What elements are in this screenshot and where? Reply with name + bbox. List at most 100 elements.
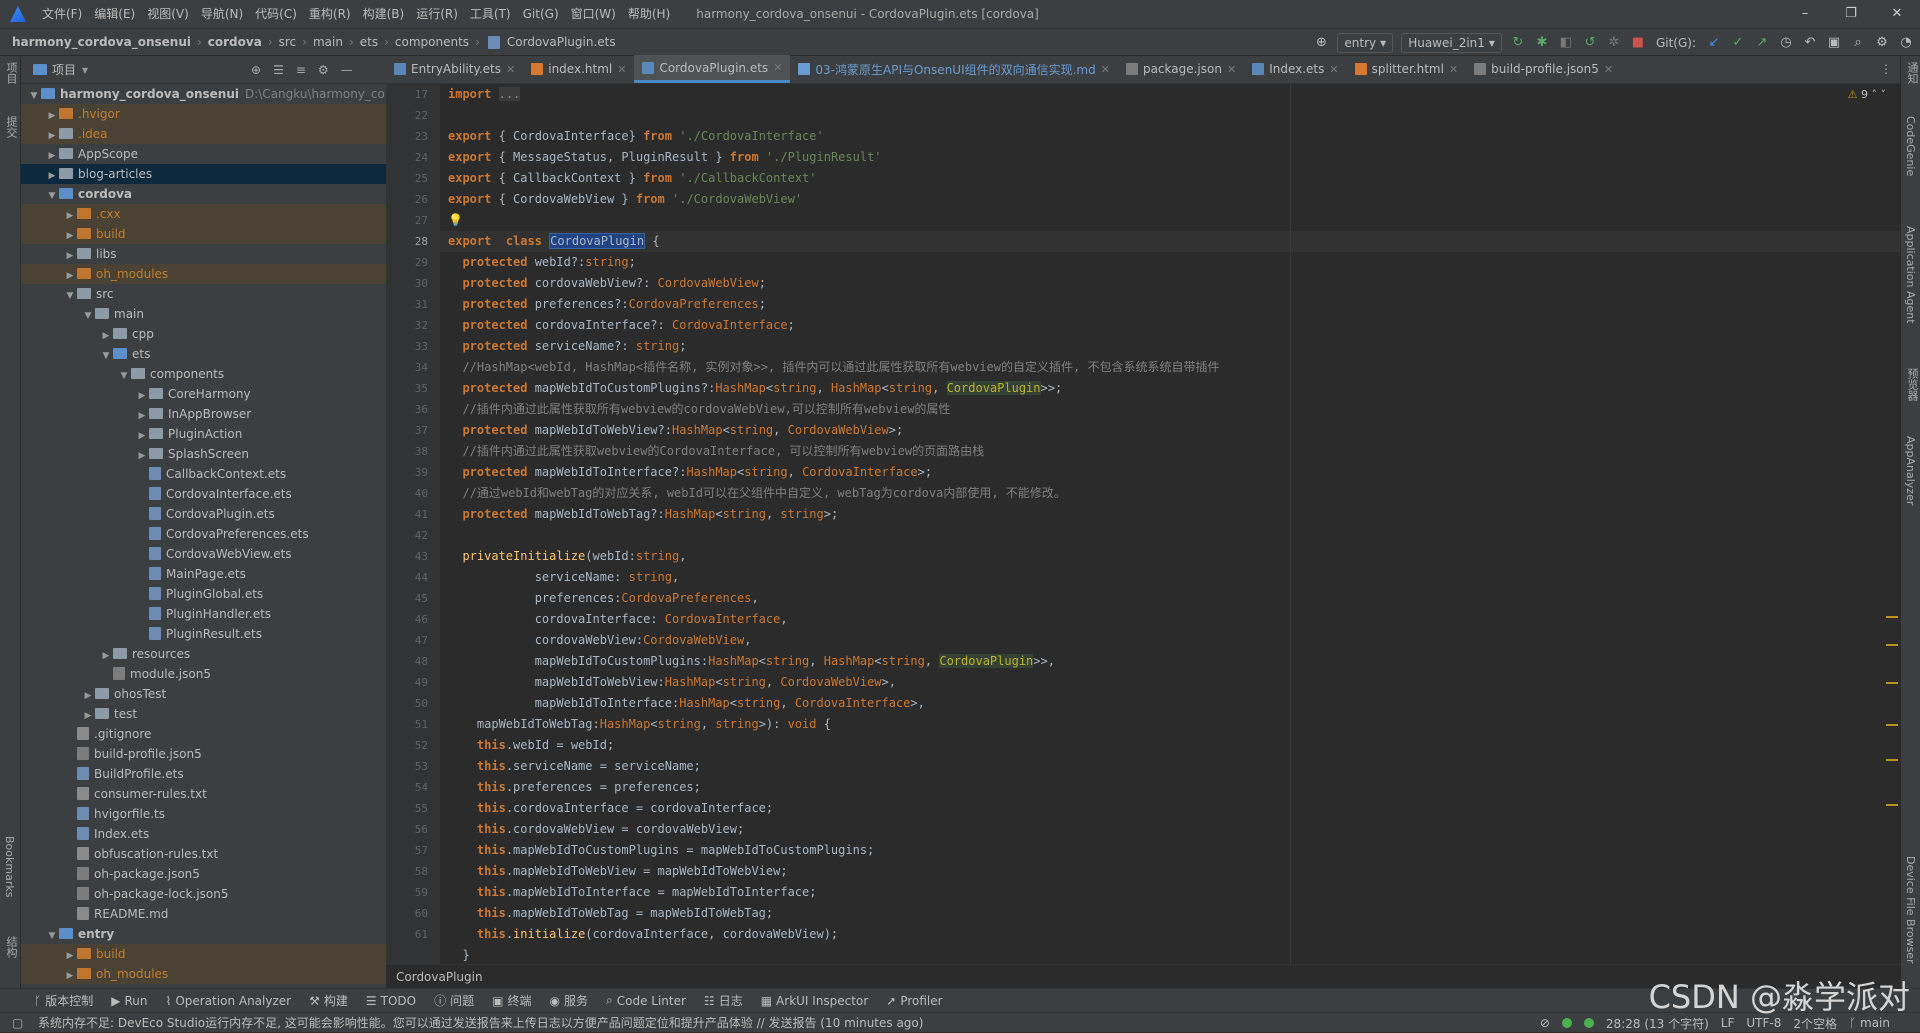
warning-marker[interactable] [1886,724,1898,726]
close-icon[interactable]: ✕ [1329,63,1338,76]
tree-folder-item[interactable]: ▶ .cxx [21,204,386,224]
tree-file-item[interactable]: CordovaInterface.ets [21,484,386,504]
menu-window[interactable]: 窗口(W) [565,0,622,28]
chevron-right-icon[interactable]: ▶ [45,106,59,126]
close-icon[interactable]: ✕ [506,63,515,76]
chevron-right-icon[interactable]: ▶ [135,446,149,466]
hide-icon[interactable]: — [341,63,353,77]
tree-folder-item[interactable]: ▶ oh_modules [21,964,386,984]
menu-tools[interactable]: 工具(T) [464,0,517,28]
tree-folder-item[interactable]: ▶ AppScope [21,144,386,164]
tree-folder-item[interactable]: ▼ main [21,304,386,324]
breadcrumb-main[interactable]: main [311,35,345,49]
chevron-right-icon[interactable]: ▶ [63,246,77,266]
menu-git[interactable]: Git(G) [517,0,565,28]
apply-changes-icon[interactable]: ↺ [1582,35,1598,51]
project-structure-icon[interactable]: ▣ [1826,35,1842,51]
profile-icon[interactable]: ◧ [1558,35,1574,51]
tree-file-item[interactable]: CordovaWebView.ets [21,544,386,564]
tree-folder-item[interactable]: ▶ CoreHarmony [21,384,386,404]
chevron-down-icon[interactable]: ▼ [117,366,131,386]
breadcrumb-module[interactable]: cordova [206,35,264,49]
chevron-right-icon[interactable]: ▶ [99,646,113,666]
inspection-widget[interactable]: ⚠ 9 ˄ ˅ [1848,88,1886,101]
chevron-right-icon[interactable]: ▶ [63,946,77,966]
tree-file-item[interactable]: PluginGlobal.ets [21,584,386,604]
menu-code[interactable]: 代码(C) [249,0,303,28]
attach-debugger-icon[interactable]: ✲ [1606,35,1622,51]
collapse-all-icon[interactable]: ≡ [296,63,306,77]
menu-navigate[interactable]: 导航(N) [195,0,249,28]
history-icon[interactable]: ◷ [1778,35,1794,51]
more-tabs-icon[interactable]: ⋮ [1880,62,1892,76]
tab-cordovaplugin[interactable]: CordovaPlugin.ets ✕ [634,55,791,83]
rollback-icon[interactable]: ↶ [1802,35,1818,51]
git-branch[interactable]: ᚴ main [1849,1016,1890,1030]
chevron-down-icon[interactable]: ▼ [63,286,77,306]
tree-folder-item[interactable]: ▼ cordova [21,184,386,204]
account-icon[interactable]: ◔ [1898,35,1914,51]
chevron-down-icon[interactable]: ▼ [27,86,41,106]
device-select[interactable]: Huawei_2in1 ▾ [1401,33,1502,53]
chevron-down-icon[interactable]: ▼ [45,926,59,946]
chevron-down-icon[interactable]: ▼ [45,186,59,206]
warning-marker[interactable] [1886,804,1898,806]
chevron-right-icon[interactable]: ▶ [45,166,59,186]
menu-build[interactable]: 构建(B) [357,0,411,28]
tool-operation-analyzer[interactable]: ⌇ Operation Analyzer [165,994,291,1008]
menu-run[interactable]: 运行(R) [410,0,464,28]
warning-marker[interactable] [1886,644,1898,646]
tree-file-item[interactable]: obfuscation-rules.txt [21,844,386,864]
warning-marker[interactable] [1886,759,1898,761]
tool-build[interactable]: ⚒ 构建 [309,992,348,1009]
git-push-icon[interactable]: ↗ [1754,35,1770,51]
tree-file-item[interactable]: consumer-rules.txt [21,784,386,804]
tree-folder-item[interactable]: ▶ .hvigor [21,104,386,124]
tool-log[interactable]: ☷ 日志 [704,992,743,1009]
stripe-commit[interactable]: 提交 [3,116,19,138]
tab-package-json[interactable]: package.json ✕ [1118,55,1244,83]
tree-folder-item[interactable]: ▼ ets [21,344,386,364]
tree-folder-item[interactable]: ▶ test [21,704,386,724]
tree-file-item[interactable]: README.md [21,904,386,924]
no-tracking-icon[interactable]: ⊘ [1540,1016,1550,1030]
breadcrumb-src[interactable]: src [277,35,299,49]
menu-edit[interactable]: 编辑(E) [88,0,141,28]
tree-folder-item[interactable]: ▶ build [21,224,386,244]
close-icon[interactable]: ✕ [1449,63,1458,76]
tree-folder-item[interactable]: ▶ blog-articles [21,164,386,184]
chevron-down-icon[interactable]: ▾ [82,63,88,77]
warning-marker[interactable] [1886,682,1898,684]
tree-file-item[interactable]: .gitignore [21,724,386,744]
tab-markdown[interactable]: 03-鸿蒙原生API与OnsenUI组件的双向通信实现.md ✕ [790,55,1118,83]
code-editor[interactable]: ⚠ 9 ˄ ˅ import ... export { CordovaInter… [440,84,1900,964]
tool-run[interactable]: ▶ Run [111,994,147,1008]
stripe-previewer[interactable]: 预览器 [1904,368,1920,401]
tree-folder-item[interactable]: ▶ .idea [21,124,386,144]
tool-arkui-inspector[interactable]: ▦ ArkUI Inspector [761,994,869,1008]
tree-folder-item[interactable]: ▼ components [21,364,386,384]
menu-file[interactable]: 文件(F) [36,0,88,28]
tree-file-item[interactable]: CordovaPreferences.ets [21,524,386,544]
tool-todo[interactable]: ☰ TODO [366,994,416,1008]
chevron-right-icon[interactable]: ▶ [81,706,95,726]
stripe-structure[interactable]: 结构 [3,936,19,958]
tab-entryability[interactable]: EntryAbility.ets ✕ [386,55,523,83]
chevron-right-icon[interactable]: ▶ [63,266,77,286]
tree-file-item[interactable]: oh-package.json5 [21,864,386,884]
tab-index-ets[interactable]: Index.ets ✕ [1244,55,1346,83]
locate-icon[interactable]: ⊕ [251,63,261,77]
tree-file-item[interactable]: CallbackContext.ets [21,464,386,484]
breadcrumb-file[interactable]: CordovaPlugin.ets [505,35,618,49]
menu-view[interactable]: 视图(V) [141,0,195,28]
tree-folder-item[interactable]: ▶ SplashScreen [21,444,386,464]
target-icon[interactable]: ⊕ [1313,35,1329,51]
tree-folder-item[interactable]: ▶ PluginAction [21,424,386,444]
chevron-right-icon[interactable]: ▶ [81,686,95,706]
stripe-project[interactable]: 项目 [3,62,19,84]
debug-icon[interactable]: ✱ [1534,35,1550,51]
close-icon[interactable]: ✕ [1604,63,1613,76]
tool-terminal[interactable]: ▣ 终端 [492,992,531,1009]
expand-all-icon[interactable]: ☰ [273,63,284,77]
warning-marker[interactable] [1886,616,1898,618]
